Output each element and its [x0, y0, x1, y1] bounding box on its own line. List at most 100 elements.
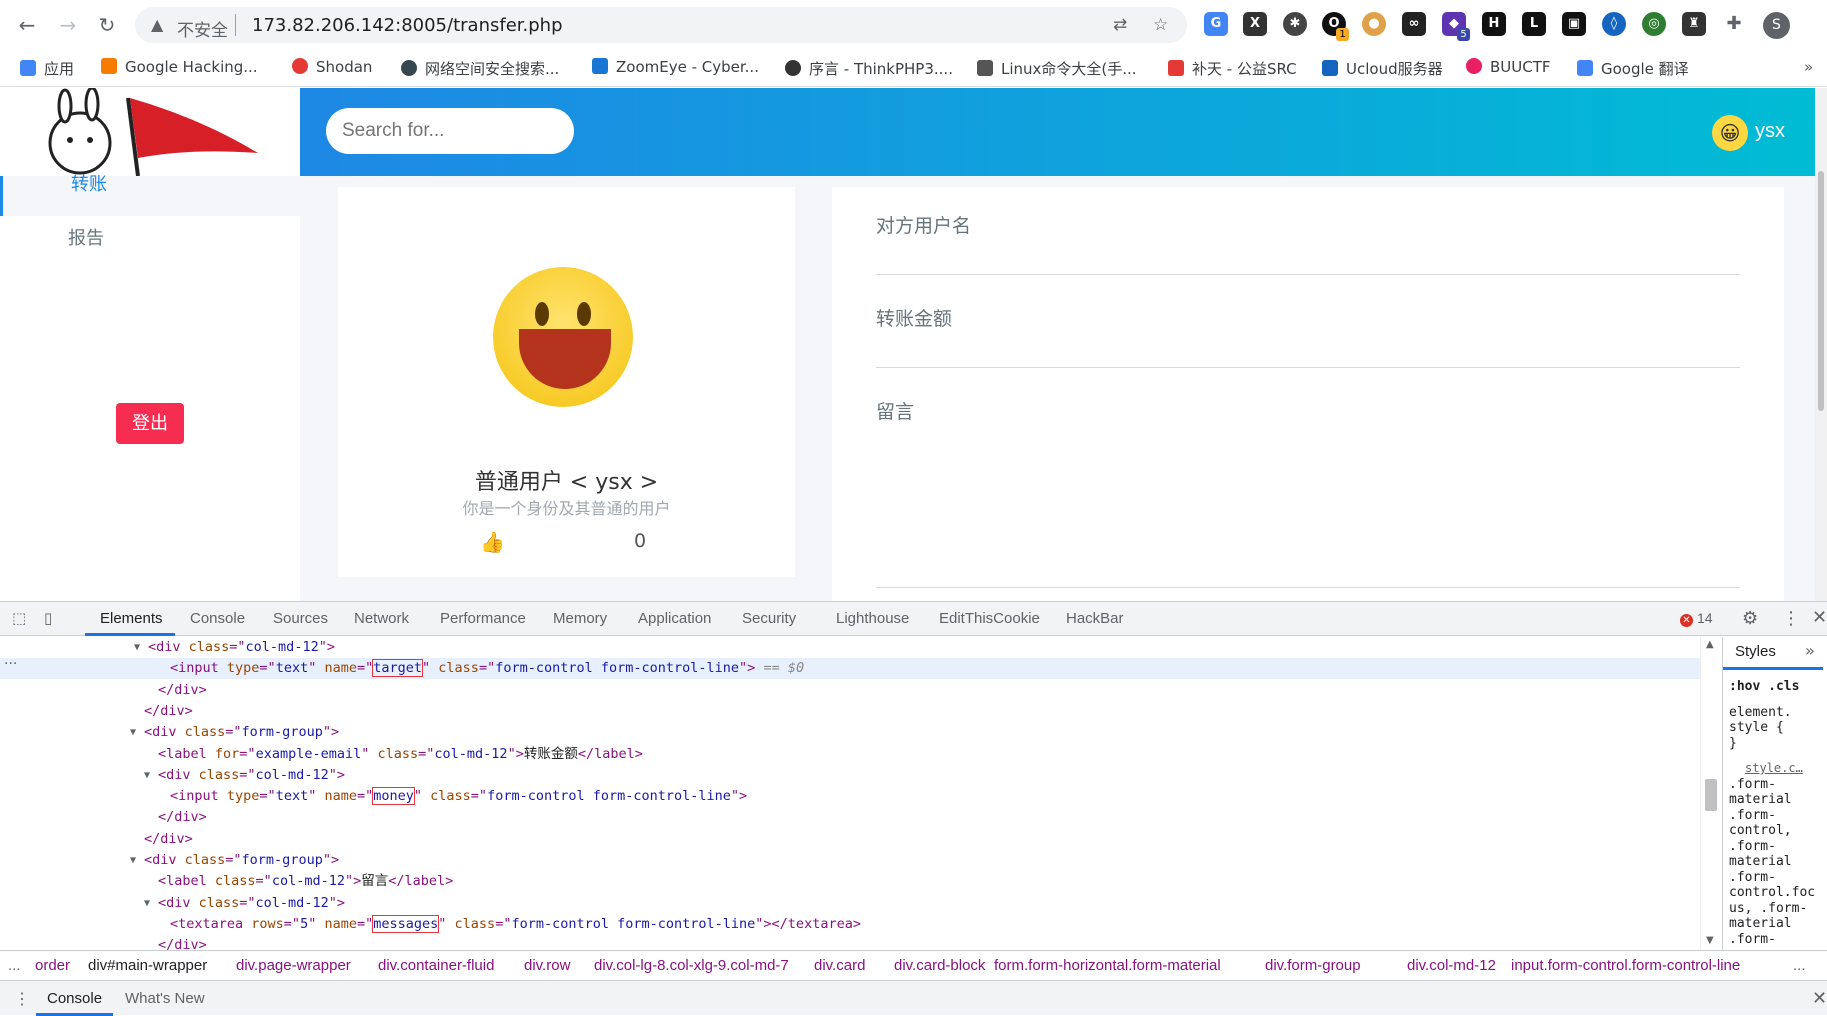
- url-text[interactable]: 173.82.206.142:8005/transfer.php: [252, 15, 563, 36]
- back-arrow-icon[interactable]: ←: [13, 11, 41, 39]
- inspect-element-icon[interactable]: ⬚: [12, 609, 26, 627]
- drawer-tab-whats-new[interactable]: What's New: [125, 990, 205, 1007]
- google-translate-ext-icon[interactable]: G: [1204, 12, 1228, 36]
- bookmark-item[interactable]: 应用: [20, 58, 74, 80]
- bookmark-item[interactable]: Linux命令大全(手...: [977, 58, 1137, 80]
- tab-security[interactable]: Security: [742, 610, 796, 627]
- logout-button[interactable]: 登出: [116, 403, 184, 444]
- tab-lighthouse[interactable]: Lighthouse: [836, 610, 909, 627]
- breadcrumb-item[interactable]: div.card-block: [894, 957, 985, 974]
- messages-textarea[interactable]: [876, 587, 1740, 588]
- dom-node[interactable]: <label for="example-email" class="col-md…: [0, 744, 1700, 765]
- site-logo[interactable]: [0, 88, 300, 177]
- close-drawer-icon[interactable]: ✕: [1812, 988, 1827, 1009]
- breadcrumb-item[interactable]: div.card: [814, 957, 865, 974]
- error-counter[interactable]: ✕ 14: [1680, 610, 1713, 627]
- scroll-up-icon[interactable]: ▲: [1706, 639, 1714, 650]
- device-toolbar-icon[interactable]: ▯: [44, 609, 52, 627]
- breadcrumb-item[interactable]: div#main-wrapper: [88, 957, 207, 974]
- cookie-ext-icon[interactable]: ●: [1362, 12, 1386, 36]
- hackbar-h-ext-icon[interactable]: H: [1482, 12, 1506, 36]
- dom-node[interactable]: ▼ <div class="col-md-12">: [0, 637, 1700, 658]
- tab-console[interactable]: Console: [190, 610, 245, 627]
- bookmark-item[interactable]: Google Hacking...: [101, 58, 258, 80]
- bookmark-item[interactable]: Google 翻译: [1577, 58, 1689, 80]
- close-devtools-icon[interactable]: ✕: [1812, 607, 1827, 628]
- chevron-right-icon[interactable]: »: [1805, 641, 1815, 660]
- x-ext-icon[interactable]: X: [1243, 12, 1267, 36]
- more-bookmarks-icon[interactable]: »: [1804, 58, 1813, 80]
- bookmark-item[interactable]: BUUCTF: [1466, 58, 1551, 80]
- profile-avatar[interactable]: S: [1763, 12, 1790, 39]
- breadcrumb-item[interactable]: div.col-md-12: [1407, 957, 1496, 974]
- dom-node[interactable]: ▼ <div class="form-group">: [0, 850, 1700, 871]
- spy-ext-icon[interactable]: ♜: [1682, 12, 1706, 36]
- breadcrumb-item[interactable]: div.page-wrapper: [236, 957, 351, 974]
- scrollbar-thumb[interactable]: [1818, 171, 1824, 411]
- breadcrumb-item[interactable]: order: [35, 957, 70, 974]
- globe-ext-icon[interactable]: ◎: [1642, 12, 1666, 36]
- dom-node[interactable]: </div>: [0, 680, 1700, 701]
- expand-triangle-icon[interactable]: ▼: [130, 850, 136, 871]
- expand-triangle-icon[interactable]: ▼: [144, 765, 150, 786]
- dom-node[interactable]: ▼ <div class="col-md-12">: [0, 893, 1700, 914]
- bookmark-item[interactable]: Shodan: [292, 58, 372, 80]
- breadcrumb-item[interactable]: form.form-horizontal.form-material: [994, 957, 1221, 974]
- money-input[interactable]: [876, 367, 1740, 368]
- drop-ext-icon[interactable]: ◊: [1602, 12, 1626, 36]
- expand-triangle-icon[interactable]: ▼: [134, 637, 140, 658]
- mask-ext-icon[interactable]: ∞: [1402, 12, 1426, 36]
- translate-icon[interactable]: ⇄: [1113, 15, 1127, 35]
- address-bar[interactable]: ▲ 不安全 173.82.206.142:8005/transfer.php ⇄…: [135, 7, 1187, 43]
- reload-icon[interactable]: ↻: [93, 11, 121, 39]
- dom-node[interactable]: <input type="text" name="money" class="f…: [0, 786, 1700, 807]
- puzzle-extensions-icon[interactable]: ✚: [1722, 12, 1746, 36]
- expand-triangle-icon[interactable]: ▼: [130, 722, 136, 743]
- dom-node[interactable]: ▼ <div class="col-md-12">: [0, 765, 1700, 786]
- bookmark-item[interactable]: 网络空间安全搜索...: [401, 58, 559, 80]
- dom-node[interactable]: </div>: [0, 829, 1700, 850]
- elements-dom-tree[interactable]: ▼ <div class="col-md-12"> <input type="tex…: [0, 637, 1700, 950]
- user-avatar[interactable]: 😀: [1712, 115, 1748, 151]
- tab-hackbar[interactable]: HackBar: [1066, 610, 1124, 627]
- dom-node[interactable]: <label class="col-md-12">留言</label>: [0, 871, 1700, 892]
- sliders-ext-icon[interactable]: ▣: [1562, 12, 1586, 36]
- breadcrumb-item[interactable]: input.form-control.form-control-line: [1511, 957, 1740, 974]
- tab-editthiscookie[interactable]: EditThisCookie: [939, 610, 1040, 627]
- forward-arrow-icon[interactable]: →: [54, 11, 82, 39]
- tab-elements[interactable]: Elements: [100, 610, 163, 627]
- l-ext-icon[interactable]: L: [1522, 12, 1546, 36]
- expand-triangle-icon[interactable]: ▼: [144, 893, 150, 914]
- dom-node-selected[interactable]: <input type="text" name="target" class="…: [0, 658, 1700, 680]
- breadcrumb-item[interactable]: div.container-fluid: [378, 957, 494, 974]
- bookmark-item[interactable]: ZoomEye - Cyber...: [592, 58, 759, 80]
- tab-memory[interactable]: Memory: [553, 610, 607, 627]
- breadcrumb-item[interactable]: ...: [1793, 957, 1806, 974]
- gear-ext-icon[interactable]: ✱: [1283, 12, 1307, 36]
- breadcrumb-item[interactable]: ...: [8, 957, 21, 974]
- bookmark-item[interactable]: 补天 - 公益SRC: [1168, 58, 1297, 80]
- drawer-menu-icon[interactable]: ⋮: [14, 989, 30, 1009]
- dom-scrollbar[interactable]: ▲ ▼: [1700, 637, 1720, 950]
- bookmark-item[interactable]: 序言 - ThinkPHP3....: [785, 58, 953, 80]
- user-name[interactable]: ysx: [1755, 120, 1785, 143]
- settings-gear-icon[interactable]: ⚙: [1742, 608, 1758, 629]
- search-input[interactable]: [326, 108, 574, 154]
- target-input[interactable]: [876, 274, 1740, 275]
- tab-network[interactable]: Network: [354, 610, 409, 627]
- tab-application[interactable]: Application: [638, 610, 711, 627]
- dom-node[interactable]: </div>: [0, 701, 1700, 722]
- tab-styles[interactable]: Styles: [1735, 643, 1776, 660]
- ellipsis-icon[interactable]: ···: [4, 656, 17, 672]
- bookmark-star-icon[interactable]: ☆: [1153, 15, 1168, 35]
- sidebar-item-transfer[interactable]: 转账: [0, 174, 300, 216]
- scrollbar-thumb[interactable]: [1705, 779, 1717, 811]
- dom-node[interactable]: </div>: [0, 807, 1700, 828]
- scroll-down-icon[interactable]: ▼: [1706, 935, 1714, 946]
- dom-node[interactable]: <textarea rows="5" name="messages" class…: [0, 914, 1700, 935]
- tab-performance[interactable]: Performance: [440, 610, 526, 627]
- sidebar-item-report[interactable]: 报告: [68, 224, 104, 250]
- page-scrollbar[interactable]: [1815, 88, 1827, 601]
- thumbs-up-icon[interactable]: 👍: [480, 530, 505, 554]
- breadcrumb-item[interactable]: div.form-group: [1265, 957, 1361, 974]
